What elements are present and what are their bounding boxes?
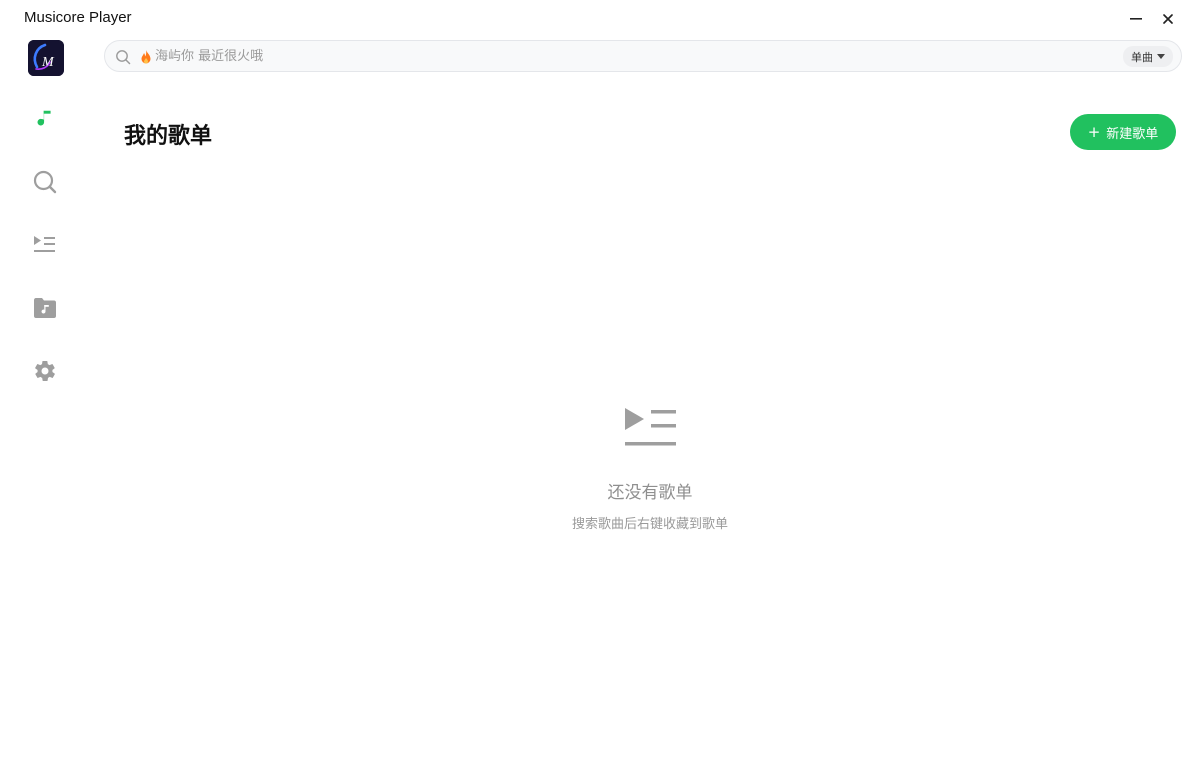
app-window: Musicore Player M 海屿你 最近很火哦 单曲 我的歌单 + 新建… — [0, 0, 1200, 780]
playlist-play-icon — [34, 236, 55, 252]
empty-state-hint: 搜索歌曲后右键收藏到歌单 — [571, 517, 728, 532]
minimize-button[interactable] — [1124, 8, 1148, 30]
sidebar-item-settings[interactable] — [26, 352, 64, 390]
new-playlist-button[interactable]: + 新建歌单 — [1070, 114, 1176, 150]
search-icon — [33, 170, 57, 194]
sidebar-item-queue[interactable] — [26, 226, 64, 264]
search-bar: 单曲 — [104, 40, 1182, 72]
plus-icon: + — [1087, 122, 1101, 141]
search-input[interactable] — [155, 45, 1055, 67]
title-bar: Musicore Player — [0, 0, 1200, 36]
playlist-play-icon — [625, 408, 676, 446]
sidebar-item-search[interactable] — [26, 163, 64, 201]
logo-mark: M — [28, 40, 64, 76]
app-title: Musicore Player — [24, 9, 132, 26]
search-type-dropdown[interactable]: 单曲 — [1123, 46, 1173, 67]
music-folder-icon — [34, 298, 56, 318]
gear-icon — [35, 361, 55, 381]
sidebar: M — [0, 36, 90, 780]
music-note-icon — [37, 110, 51, 126]
svg-text:M: M — [41, 55, 55, 70]
page-title: 我的歌单 — [124, 124, 213, 149]
sidebar-item-local-music[interactable] — [26, 289, 64, 327]
empty-state-title: 还没有歌单 — [607, 483, 693, 503]
fire-icon — [141, 50, 151, 64]
minimize-icon — [1130, 18, 1142, 20]
close-icon — [1163, 14, 1173, 24]
chevron-down-icon — [1157, 54, 1165, 59]
search-icon — [116, 50, 131, 65]
close-button[interactable] — [1156, 8, 1180, 30]
sidebar-item-playlists[interactable] — [26, 100, 64, 138]
app-logo: M — [28, 40, 64, 76]
new-playlist-label: 新建歌单 — [1106, 126, 1159, 142]
search-type-label: 单曲 — [1131, 50, 1153, 64]
